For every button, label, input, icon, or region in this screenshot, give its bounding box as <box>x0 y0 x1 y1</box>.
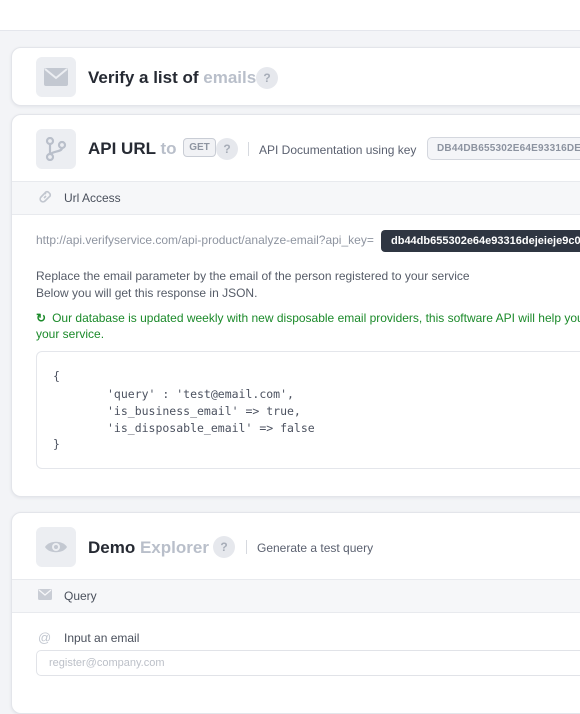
api-help-button[interactable]: ? <box>216 138 238 160</box>
api-key-pill[interactable]: DB44DB655302E64E93316DEJ <box>427 137 580 160</box>
api-url[interactable]: http://api.verifyservice.com/api-product… <box>36 233 374 247</box>
at-icon: @ <box>38 630 52 645</box>
method-badge: GET <box>183 138 216 158</box>
verify-title-muted: emails <box>203 68 257 87</box>
demo-divider <box>246 540 247 554</box>
branch-icon <box>45 137 67 161</box>
demo-subtitle: Generate a test query <box>257 541 374 555</box>
api-card: API URL to GET ? API Documentation using… <box>11 114 580 497</box>
url-access-label: Url Access <box>64 191 121 205</box>
demo-title-strong: Demo <box>88 538 136 557</box>
notice-text: Our database is updated weekly with new … <box>36 311 580 341</box>
api-title-strong: API URL <box>88 139 156 158</box>
api-title: API URL to GET <box>88 138 216 159</box>
top-bar <box>0 0 580 31</box>
code-line-business: 'is_business_email' => true, <box>107 404 301 418</box>
url-access-bar: Url Access <box>12 181 580 215</box>
json-response-box: { 'query' : 'test@email.com', 'is_busine… <box>36 351 580 469</box>
below-text: Below you will get this response in JSON… <box>36 286 258 300</box>
verify-icon-box <box>36 57 76 97</box>
replace-text: Replace the email parameter by the email… <box>36 269 470 283</box>
api-icon-box <box>36 129 76 169</box>
verify-title: Verify a list of emails <box>88 68 256 88</box>
eye-icon <box>45 541 67 553</box>
code-close: } <box>53 437 60 451</box>
api-divider <box>248 142 249 156</box>
demo-title: Demo Explorer <box>88 538 209 558</box>
verify-title-strong: Verify a list of <box>88 68 199 87</box>
demo-icon-box <box>36 527 76 567</box>
envelope-small-icon <box>38 589 52 600</box>
link-icon <box>39 190 52 203</box>
input-email-label: Input an email <box>64 631 140 645</box>
email-input[interactable] <box>36 650 580 676</box>
refresh-icon: ↻ <box>36 311 47 325</box>
update-notice: ↻ Our database is updated weekly with new… <box>36 310 580 342</box>
demo-card: Demo Explorer ? Generate a test query Qu… <box>11 512 580 714</box>
envelope-icon <box>44 68 68 86</box>
code-line-disposable: 'is_disposable_email' => false <box>107 421 315 435</box>
api-key-dark[interactable]: db44db655302e64e93316dejeieje9c0d <box>381 230 580 252</box>
code-line-query: 'query' : 'test@email.com', <box>107 387 294 401</box>
demo-help-button[interactable]: ? <box>213 536 235 558</box>
code-open: { <box>53 369 60 383</box>
verify-help-button[interactable]: ? <box>256 67 278 89</box>
query-label: Query <box>64 589 97 603</box>
api-title-muted: to <box>160 139 177 158</box>
demo-title-muted: Explorer <box>139 538 209 557</box>
verify-card: Verify a list of emails ? <box>11 47 580 106</box>
api-doc-label: API Documentation using key <box>259 143 417 157</box>
query-bar: Query <box>12 579 580 613</box>
